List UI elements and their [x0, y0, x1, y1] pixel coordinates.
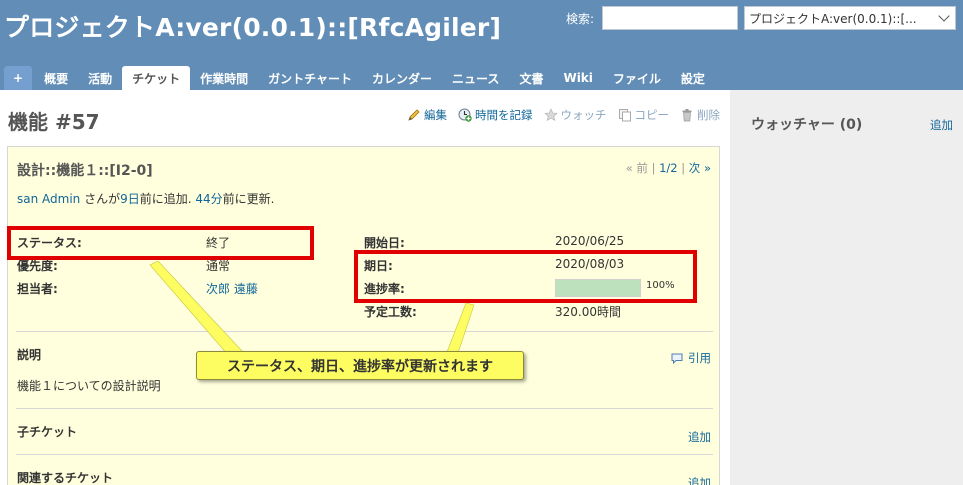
watch-button[interactable]: ウォッチ: [543, 107, 607, 123]
estimated-hours-value: 320.00時間: [555, 305, 621, 319]
tab-new-issue[interactable]: +: [4, 66, 33, 90]
assignee-label: 担当者:: [17, 282, 58, 296]
time-add-icon: [458, 108, 472, 122]
copy-label: コピー: [634, 108, 670, 122]
tab-documents[interactable]: 文書: [509, 66, 553, 90]
author-link[interactable]: san Admin: [17, 192, 80, 206]
delete-label: 削除: [697, 108, 720, 122]
add-watcher-link[interactable]: 追加: [930, 117, 953, 133]
issue-position-link[interactable]: 1/2: [659, 161, 678, 175]
main-menu: + 概要 活動 チケット 作業時間 ガントチャート カレンダー ニュース 文書 …: [4, 66, 715, 90]
watchers-title: ウォッチャー (0): [751, 117, 863, 133]
quote-label: 引用: [688, 351, 711, 365]
pencil-icon: [408, 109, 420, 121]
divider: [16, 331, 713, 332]
created-link[interactable]: 9日: [120, 192, 140, 206]
log-time-label: 時間を記録: [475, 108, 533, 122]
tab-files[interactable]: ファイル: [603, 66, 671, 90]
chevron-down-icon: [938, 10, 950, 22]
tab-gantt[interactable]: ガントチャート: [258, 66, 362, 90]
project-title[interactable]: プロジェクトA:ver(0.0.1)::[RfcAgiler]: [4, 8, 501, 44]
updated-link[interactable]: 44分: [195, 192, 222, 206]
issue-pager: « 前 | 1/2 | 次 »: [625, 161, 711, 175]
delete-button[interactable]: 削除: [680, 107, 720, 123]
add-subtask-link[interactable]: 追加: [688, 429, 711, 445]
tab-overview[interactable]: 概要: [34, 66, 78, 90]
divider: [16, 454, 713, 455]
estimated-hours-label: 予定工数:: [364, 305, 417, 319]
copy-icon: [618, 109, 631, 122]
sidebar: ウォッチャー (0) 追加: [730, 90, 963, 485]
issue-title: 機能 #57: [8, 110, 100, 134]
edit-button[interactable]: 編集: [407, 107, 447, 123]
highlight-status-box: [7, 226, 314, 260]
project-jump-select[interactable]: プロジェクトA:ver(0.0.1)::[...: [744, 6, 956, 30]
tab-news[interactable]: ニュース: [442, 66, 509, 90]
relations-title: 関連するチケット: [17, 471, 114, 485]
description-text: 機能１についての設計説明: [17, 379, 161, 393]
annotation-callout: ステータス、期日、進捗率が更新されます: [196, 351, 524, 380]
tab-activity[interactable]: 活動: [78, 66, 122, 90]
tab-time-entries[interactable]: 作業時間: [190, 66, 258, 90]
watch-label: ウォッチ: [560, 108, 607, 122]
star-icon: [543, 108, 558, 122]
edit-label: 編集: [424, 108, 447, 122]
subtasks-title: 子チケット: [17, 425, 78, 439]
log-time-button[interactable]: 時間を記録: [458, 107, 533, 123]
issue-subject: 設計::機能１::[I2-0]: [17, 163, 153, 179]
header: プロジェクトA:ver(0.0.1)::[RfcAgiler] 検索: プロジェ…: [0, 0, 963, 90]
assignee-link[interactable]: 次郎 遠藤: [206, 280, 258, 297]
quote-button[interactable]: 引用: [670, 350, 711, 366]
issue-actions: 編集 時間を記録 ウォッチ コピー 削除: [407, 107, 720, 123]
copy-button[interactable]: コピー: [618, 107, 670, 123]
add-relation-link[interactable]: 追加: [688, 475, 711, 485]
description-title: 説明: [17, 348, 42, 362]
author-line: san Admin さんが9日前に追加. 44分前に更新.: [17, 192, 275, 206]
divider: [16, 408, 713, 409]
tab-calendar[interactable]: カレンダー: [362, 66, 442, 90]
trash-icon: [682, 109, 692, 122]
prev-issue-link[interactable]: « 前: [626, 161, 648, 175]
tab-settings[interactable]: 設定: [671, 66, 715, 90]
tab-wiki[interactable]: Wiki: [553, 66, 602, 90]
tab-issues[interactable]: チケット: [122, 66, 191, 90]
next-issue-link[interactable]: 次 »: [689, 161, 711, 175]
comment-icon: [671, 353, 683, 365]
start-date-value: 2020/06/25: [555, 234, 625, 248]
search-input[interactable]: [602, 6, 738, 30]
project-jump-select-value: プロジェクトA:ver(0.0.1)::[...: [749, 11, 917, 26]
highlight-dates-progress-box: [354, 250, 697, 303]
search-label: 検索:: [566, 12, 595, 26]
issue-details: 設計::機能１::[I2-0] « 前 | 1/2 | 次 » san Admi…: [7, 146, 720, 485]
start-date-label: 開始日:: [364, 236, 405, 250]
